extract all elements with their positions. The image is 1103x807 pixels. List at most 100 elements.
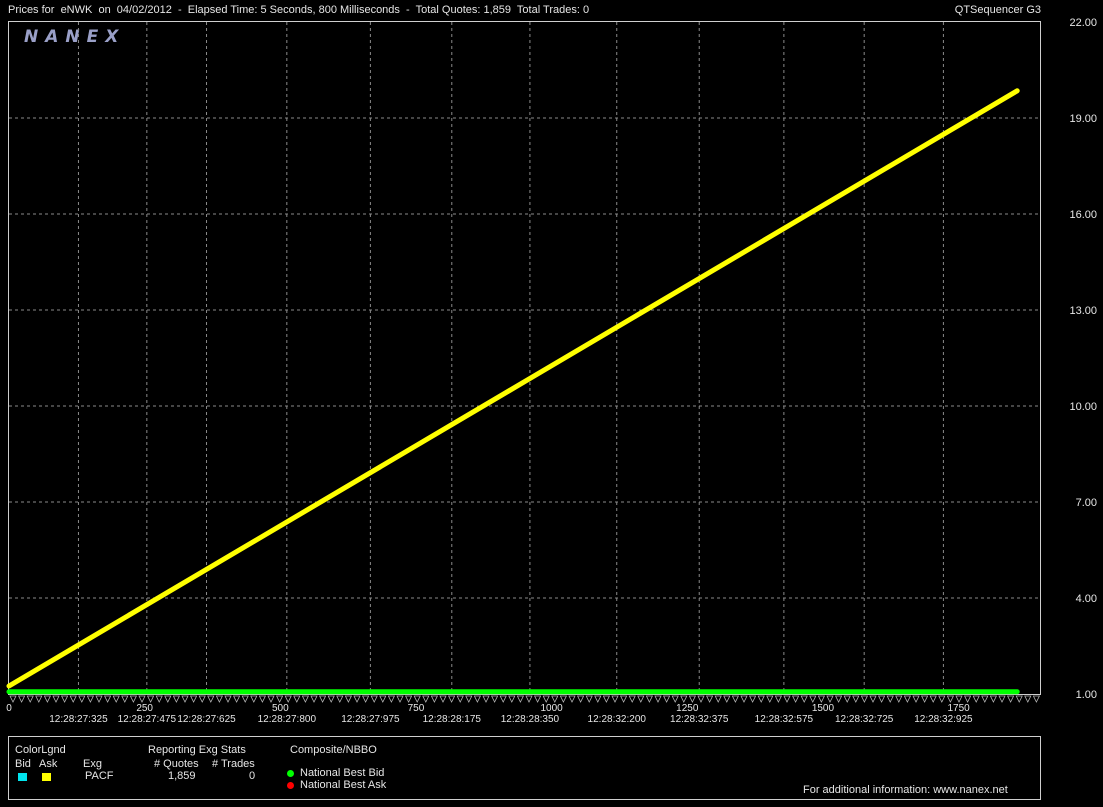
axis-marker xyxy=(86,695,95,703)
y-tick-label: 1.00 xyxy=(1076,689,1097,701)
axis-marker xyxy=(671,695,679,703)
axis-marker xyxy=(310,695,318,703)
time-tick-label: 12:28:32:200 xyxy=(588,714,647,725)
axis-marker xyxy=(723,695,731,703)
x-tick-label: 1250 xyxy=(676,703,699,714)
axis-marker xyxy=(809,695,817,703)
price-chart: 1.00 4.00 7.00 10.00 13.00 16.00 19.00 22.00 12:… xyxy=(6,17,1097,725)
axis-marker xyxy=(508,695,516,703)
axis-marker xyxy=(1006,695,1015,703)
axis-marker xyxy=(766,695,774,703)
axis-marker xyxy=(869,695,877,703)
y-tick-label: 10.00 xyxy=(1069,401,1097,413)
axis-marker xyxy=(284,695,292,703)
axis-marker xyxy=(585,695,593,703)
axis-marker xyxy=(181,695,189,703)
axis-marker xyxy=(714,695,722,703)
axis-marker xyxy=(602,695,611,703)
axis-marker xyxy=(834,695,843,703)
axis-marker xyxy=(1024,695,1032,703)
y-tick-label: 22.00 xyxy=(1069,17,1097,29)
axis-marker xyxy=(731,695,740,703)
axis-marker xyxy=(60,695,69,703)
axis-marker xyxy=(895,695,903,703)
bid-color-swatch xyxy=(18,773,27,781)
axis-marker xyxy=(594,695,602,703)
national-best-ask-label: National Best Ask xyxy=(300,779,387,791)
time-tick-label: 12:28:27:325 xyxy=(49,714,108,725)
axis-marker xyxy=(860,695,869,703)
axis-marker xyxy=(422,695,430,703)
axis-marker xyxy=(662,695,671,703)
x-tick-label: 500 xyxy=(272,703,289,714)
axis-marker xyxy=(207,695,215,703)
time-tick-label: 12:28:32:925 xyxy=(914,714,973,725)
y-tick-label: 16.00 xyxy=(1069,209,1097,221)
axis-marker xyxy=(189,695,198,703)
axis-marker xyxy=(963,695,972,703)
axis-marker xyxy=(138,695,146,703)
ask-label: Ask xyxy=(39,758,58,770)
axis-marker xyxy=(697,695,705,703)
national-best-ask-dot-icon xyxy=(287,782,294,789)
axis-marker xyxy=(783,695,791,703)
axis-marker xyxy=(533,695,542,703)
composite-header: Composite/NBBO xyxy=(290,744,377,756)
axis-marker xyxy=(258,695,267,703)
y-tick-label: 4.00 xyxy=(1076,593,1097,605)
axis-marker xyxy=(1032,695,1041,703)
axis-marker xyxy=(387,695,396,703)
axis-marker xyxy=(447,695,456,703)
axis-marker xyxy=(757,695,765,703)
x-tick-label: 1750 xyxy=(947,703,970,714)
axis-marker xyxy=(920,695,929,703)
axis-marker xyxy=(938,695,946,703)
axis-marker xyxy=(705,695,714,703)
legend-panel: ColorLgnd Bid Ask Exg PACF Reporting Exg… xyxy=(8,736,1041,800)
axis-marker xyxy=(826,695,834,703)
reporting-stats-header: Reporting Exg Stats xyxy=(148,744,246,756)
time-tick-label: 12:28:27:625 xyxy=(177,714,236,725)
axis-marker xyxy=(576,695,585,703)
axis-marker xyxy=(688,695,697,703)
axis-marker xyxy=(164,695,172,703)
trades-value: 0 xyxy=(249,770,256,782)
axis-marker xyxy=(439,695,447,703)
time-tick-label: 12:28:28:175 xyxy=(423,714,482,725)
axis-marker xyxy=(628,695,636,703)
time-tick-label: 12:28:32:575 xyxy=(755,714,814,725)
time-tick-label: 12:28:27:975 xyxy=(341,714,400,725)
time-tick-label: 12:28:27:800 xyxy=(258,714,317,725)
axis-marker xyxy=(568,695,576,703)
axis-marker xyxy=(619,695,628,703)
x-tick-label: 1500 xyxy=(812,703,835,714)
axis-marker xyxy=(843,695,851,703)
axis-marker xyxy=(52,695,60,703)
time-tick-label: 12:28:32:725 xyxy=(835,714,894,725)
axis-marker xyxy=(78,695,86,703)
x-tick-label: 0 xyxy=(6,703,12,714)
axis-marker xyxy=(903,695,912,703)
axis-marker xyxy=(998,695,1006,703)
axis-marker xyxy=(17,695,26,703)
axis-marker xyxy=(499,695,507,703)
axis-marker xyxy=(250,695,258,703)
axis-marker xyxy=(103,695,112,703)
axis-marker xyxy=(361,695,370,703)
axis-marker xyxy=(379,695,387,703)
trades-header: # Trades xyxy=(212,758,255,770)
axis-marker xyxy=(336,695,344,703)
axis-marker xyxy=(413,695,421,703)
y-tick-label: 13.00 xyxy=(1069,305,1097,317)
exg-header: Exg xyxy=(83,758,102,770)
y-tick-label: 19.00 xyxy=(1069,113,1097,125)
axis-marker xyxy=(224,695,232,703)
exchange-name: PACF xyxy=(85,770,114,782)
axis-marker xyxy=(267,695,275,703)
axis-marker xyxy=(430,695,439,703)
axis-marker xyxy=(301,695,310,703)
axis-marker xyxy=(955,695,963,703)
axis-marker xyxy=(559,695,568,703)
axis-marker xyxy=(680,695,688,703)
axis-marker xyxy=(791,695,800,703)
